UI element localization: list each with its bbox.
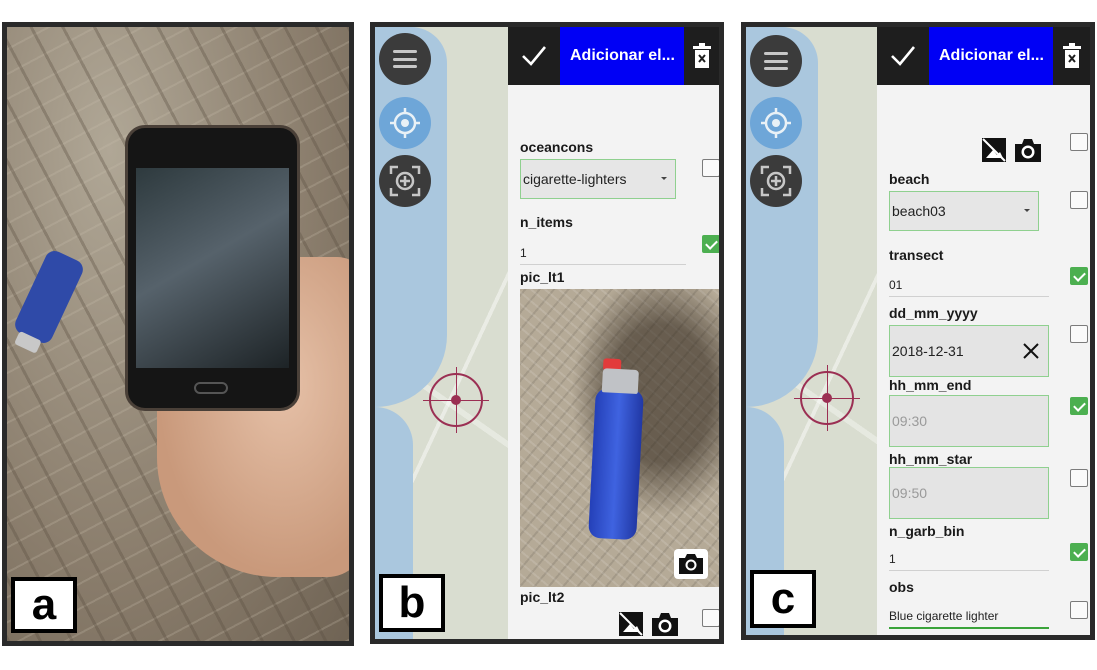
checkbox-date[interactable]: [1070, 325, 1088, 343]
date-input[interactable]: 2018-12-31: [889, 325, 1049, 377]
app-panel-b: Adicionar el... oceancons cigarette-ligh…: [370, 22, 724, 644]
hh-mm-end-input[interactable]: 09:30: [889, 395, 1049, 447]
field-label-pic-lt1: pic_lt1: [520, 269, 565, 285]
center-button[interactable]: [379, 155, 431, 207]
panel-label-a: a: [11, 577, 77, 633]
delete-button[interactable]: [684, 27, 719, 85]
record-form: Adicionar el... oceancons cigarette-ligh…: [508, 27, 719, 639]
checkbox-hh-mm-star[interactable]: [1070, 469, 1088, 487]
date-value: 2018-12-31: [892, 343, 964, 359]
field-label-hh-mm-star: hh_mm_star: [889, 451, 973, 467]
hh-mm-star-input[interactable]: 09:50: [889, 467, 1049, 519]
field-label-n-items: n_items: [520, 214, 573, 230]
beach-value: beach03: [892, 203, 946, 219]
confirm-button[interactable]: [877, 27, 929, 85]
checkbox-n-garb-bin[interactable]: [1070, 543, 1088, 561]
photo-panel: [2, 22, 354, 646]
map-view[interactable]: [375, 27, 515, 639]
target-icon: [390, 108, 420, 138]
n-garb-bin-input[interactable]: 1: [889, 541, 1049, 571]
checkbox-beach[interactable]: [1070, 191, 1088, 209]
form-title: Adicionar el...: [929, 27, 1053, 85]
dropdown-caret-icon: [1024, 209, 1030, 212]
field-label-oceancons: oceancons: [520, 139, 594, 155]
record-form: Adicionar el... beach beach03 transect 0…: [877, 27, 1090, 635]
menu-button[interactable]: [379, 33, 431, 85]
camera-icon[interactable]: [650, 611, 680, 637]
checkbox-top[interactable]: [1070, 133, 1088, 151]
field-label-obs: obs: [889, 579, 914, 595]
oceancons-value: cigarette-lighters: [523, 171, 627, 187]
transect-input[interactable]: 01: [889, 267, 1049, 297]
checkbox-pic-lt2[interactable]: [702, 609, 719, 627]
menu-button[interactable]: [750, 35, 802, 87]
checkbox-obs[interactable]: [1070, 601, 1088, 619]
close-icon[interactable]: [1020, 340, 1042, 362]
checkbox-n-items[interactable]: [702, 235, 719, 253]
phone-photo: [125, 125, 300, 411]
focus-crosshair-icon: [760, 165, 792, 197]
checkbox-transect[interactable]: [1070, 267, 1088, 285]
no-image-icon[interactable]: [618, 611, 644, 637]
beach-select[interactable]: beach03: [889, 191, 1039, 231]
no-image-icon[interactable]: [981, 137, 1007, 163]
checkbox-hh-mm-end[interactable]: [1070, 397, 1088, 415]
oceancons-select[interactable]: cigarette-lighters: [520, 159, 676, 199]
confirm-button[interactable]: [508, 27, 560, 85]
dropdown-caret-icon: [661, 177, 667, 180]
hamburger-icon: [764, 52, 788, 70]
center-button[interactable]: [750, 155, 802, 207]
camera-icon[interactable]: [1013, 137, 1043, 163]
field-label-hh-mm-end: hh_mm_end: [889, 377, 972, 393]
locate-button[interactable]: [750, 97, 802, 149]
camera-icon: [679, 554, 703, 574]
focus-crosshair-icon: [389, 165, 421, 197]
field-label-date: dd_mm_yyyy: [889, 305, 978, 321]
map-crosshair-icon: [423, 367, 489, 433]
field-label-pic-lt2: pic_lt2: [520, 589, 565, 605]
form-header: Adicionar el...: [877, 27, 1090, 85]
locate-button[interactable]: [379, 97, 431, 149]
n-items-input[interactable]: 1: [520, 235, 686, 265]
hamburger-icon: [393, 50, 417, 68]
check-icon: [891, 46, 916, 66]
panel-label-b: b: [379, 574, 445, 632]
camera-button[interactable]: [674, 549, 708, 579]
panel-label-c: c: [750, 570, 816, 628]
field-label-transect: transect: [889, 247, 944, 263]
form-header: Adicionar el...: [508, 27, 719, 85]
map-crosshair-icon: [794, 365, 860, 431]
target-icon: [761, 108, 791, 138]
checkbox-oceancons[interactable]: [702, 159, 719, 177]
trash-icon: [692, 43, 711, 68]
delete-button[interactable]: [1053, 27, 1090, 85]
map-view[interactable]: [746, 27, 886, 635]
pic-lt1-preview[interactable]: [520, 289, 719, 587]
check-icon: [522, 46, 547, 66]
form-title: Adicionar el...: [560, 27, 684, 85]
app-panel-c: Adicionar el... beach beach03 transect 0…: [741, 22, 1095, 640]
field-label-beach: beach: [889, 171, 930, 187]
obs-input[interactable]: Blue cigarette lighter: [889, 599, 1049, 629]
trash-icon: [1062, 43, 1081, 68]
field-label-n-garb-bin: n_garb_bin: [889, 523, 965, 539]
